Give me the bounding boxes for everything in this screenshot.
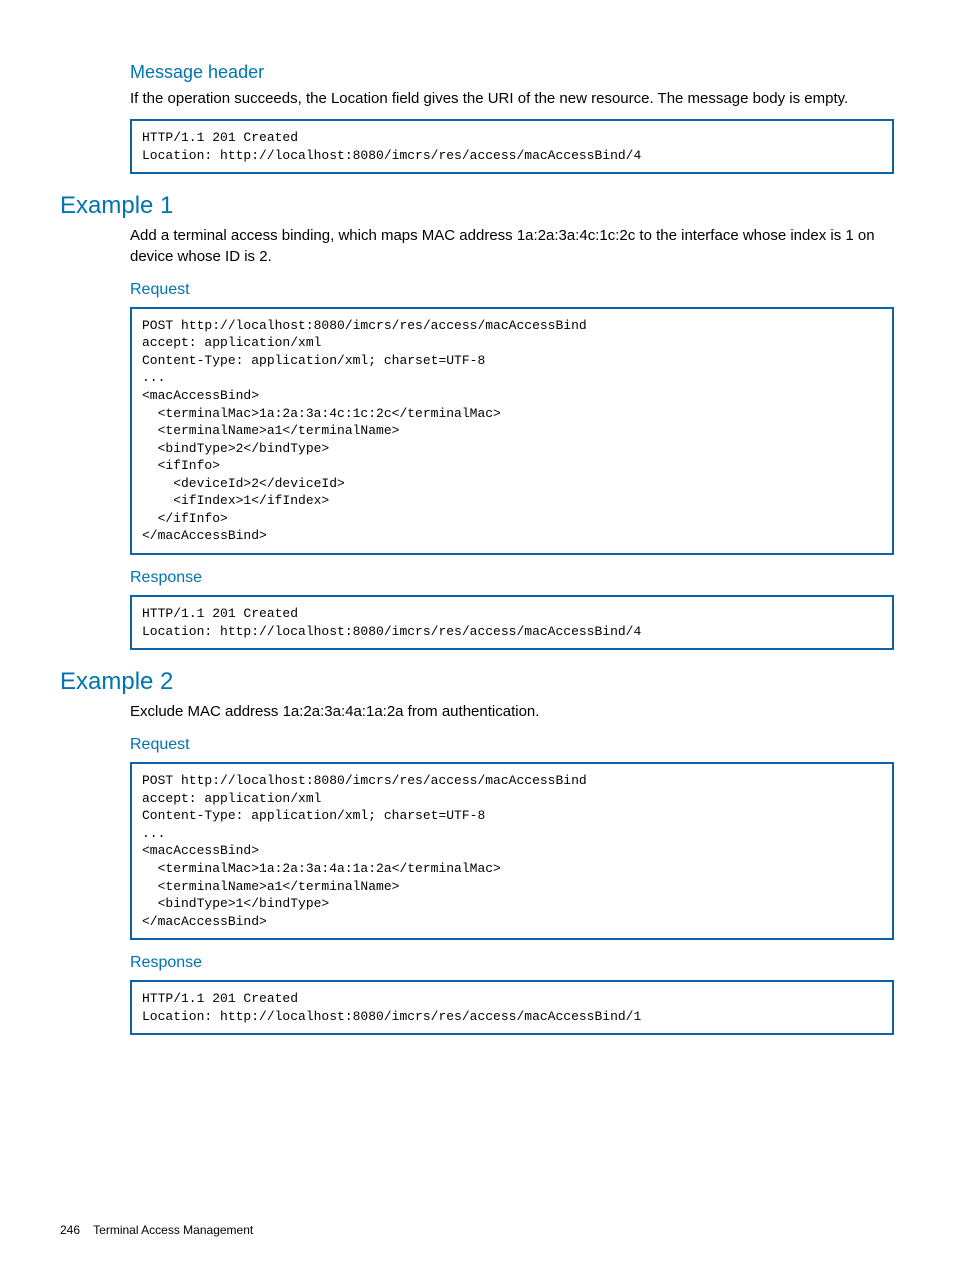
footer-section: Terminal Access Management [93, 1223, 253, 1237]
example-2-request-code: POST http://localhost:8080/imcrs/res/acc… [130, 762, 894, 940]
page-number: 246 [60, 1223, 80, 1237]
message-header-title: Message header [60, 62, 894, 83]
example-1-body: Add a terminal access binding, which map… [60, 226, 894, 267]
example-2-body: Exclude MAC address 1a:2a:3a:4a:1a:2a fr… [60, 702, 894, 722]
example-1-response-code: HTTP/1.1 201 Created Location: http://lo… [130, 595, 894, 650]
example-1-response-title: Response [60, 569, 894, 587]
example-1-request-title: Request [60, 281, 894, 299]
page-footer: 246 Terminal Access Management [60, 1223, 253, 1237]
example-2-response-code: HTTP/1.1 201 Created Location: http://lo… [130, 980, 894, 1035]
example-2-response-title: Response [60, 954, 894, 972]
example-2-request-title: Request [60, 736, 894, 754]
message-header-body: If the operation succeeds, the Location … [60, 89, 894, 109]
example-1-title: Example 1 [60, 192, 894, 220]
example-1-request-code: POST http://localhost:8080/imcrs/res/acc… [130, 307, 894, 555]
message-header-code: HTTP/1.1 201 Created Location: http://lo… [130, 119, 894, 174]
page-content: Message header If the operation succeeds… [0, 0, 954, 1035]
example-2-title: Example 2 [60, 668, 894, 696]
